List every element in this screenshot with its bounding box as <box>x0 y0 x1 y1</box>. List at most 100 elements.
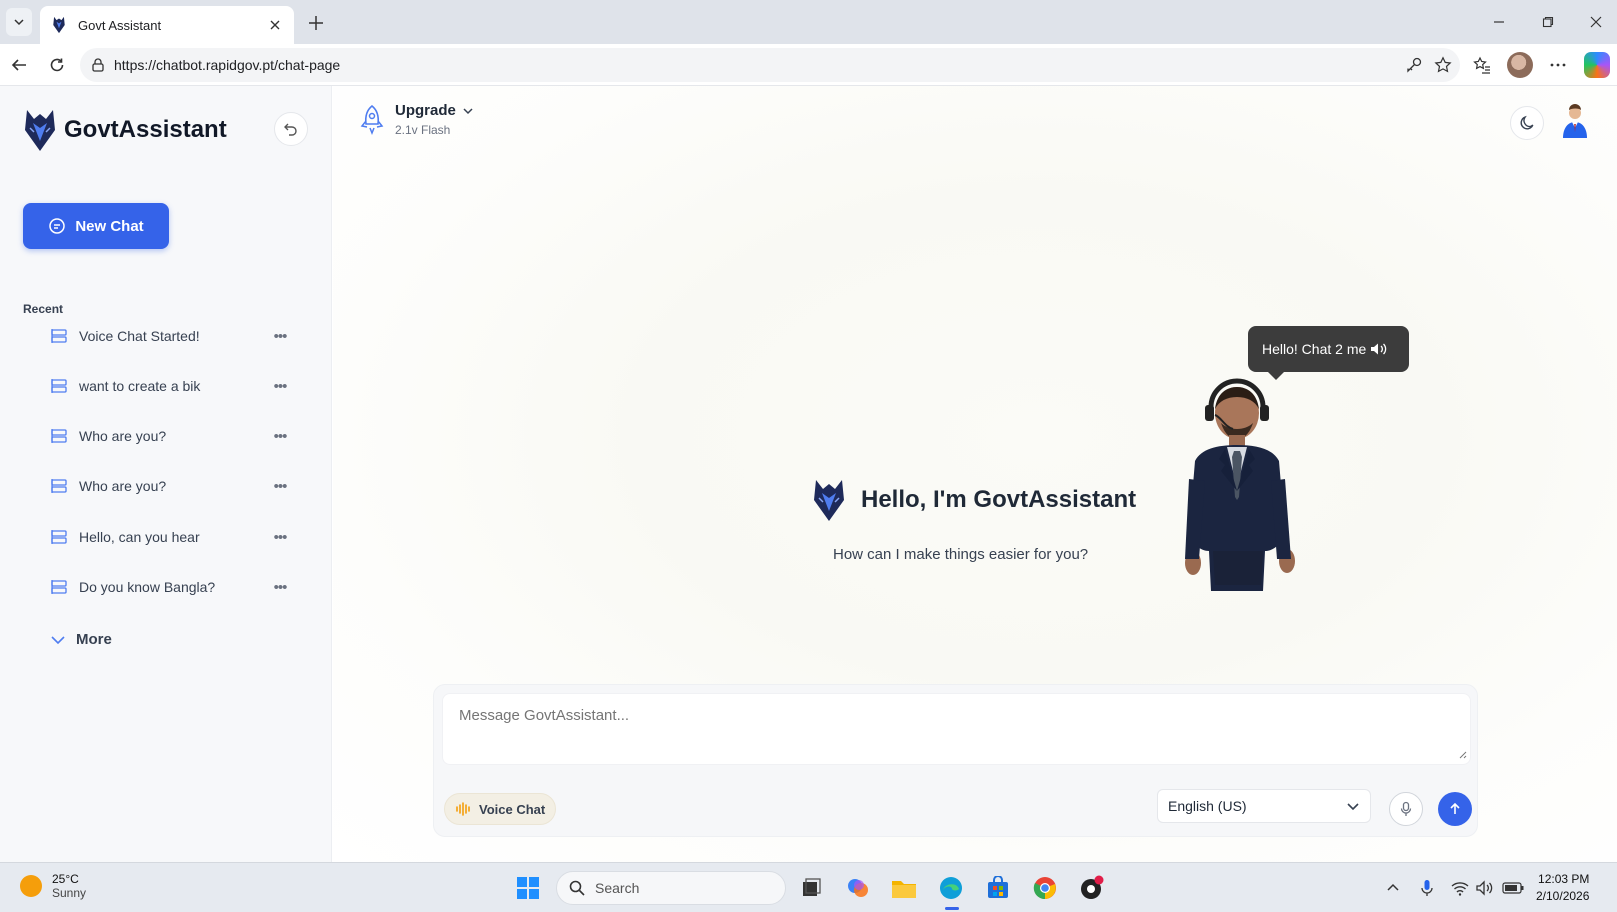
restore-button[interactable] <box>1534 8 1562 36</box>
resize-handle-icon[interactable] <box>1457 749 1467 759</box>
tab-title: Govt Assistant <box>78 17 162 33</box>
show-more-button[interactable]: More <box>50 631 112 648</box>
chat-history-icon <box>51 580 67 594</box>
brand[interactable]: GovtAssistant <box>24 108 227 152</box>
taskbar-search[interactable]: Search <box>556 871 786 905</box>
url-text: https://chatbot.rapidgov.pt/chat-page <box>114 57 341 73</box>
avatar-speech-bubble[interactable]: Hello! Chat 2 me <box>1248 326 1409 380</box>
chat-history-icon <box>51 379 67 393</box>
new-tab-button[interactable] <box>303 10 329 36</box>
taskbar: 25°C Sunny Search 12:03 PM 2/10/2026 <box>0 862 1617 912</box>
chrome-button[interactable] <box>1029 872 1061 904</box>
language-select[interactable]: English (US) <box>1157 789 1371 823</box>
upgrade-model-selector[interactable]: Upgrade 2.1v Flash <box>359 102 474 137</box>
volume-icon <box>1476 880 1493 896</box>
copilot-icon[interactable] <box>1584 52 1610 78</box>
more-label: More <box>76 631 112 648</box>
active-app-indicator <box>945 907 959 910</box>
brand-name: GovtAssistant <box>64 116 227 143</box>
restore-icon <box>1542 16 1554 28</box>
system-clock[interactable]: 12:03 PM 2/10/2026 <box>1536 871 1589 905</box>
more-options-icon[interactable]: ••• <box>270 577 290 597</box>
tab-close-button[interactable] <box>266 16 284 34</box>
copilot-icon <box>848 879 868 897</box>
voice-chat-label: Voice Chat <box>479 801 546 817</box>
wifi-button[interactable] <box>1449 877 1471 899</box>
plus-icon <box>309 16 323 30</box>
theme-toggle-button[interactable] <box>1510 106 1544 140</box>
store-button[interactable] <box>982 872 1014 904</box>
sidebar: GovtAssistant New Chat Recent Voice Chat… <box>0 86 332 862</box>
new-chat-button[interactable]: New Chat <box>23 203 169 249</box>
recent-chat-item[interactable]: want to create a bik ••• <box>50 371 290 401</box>
recent-chat-item[interactable]: Do you know Bangla? ••• <box>50 572 290 602</box>
show-hidden-icons-button[interactable] <box>1382 877 1404 899</box>
send-button[interactable] <box>1438 792 1472 826</box>
password-key-button[interactable] <box>1403 54 1425 76</box>
chat-main: Upgrade 2.1v Flash Hello, I'm GovtAssist… <box>333 86 1617 862</box>
govt-logo-icon <box>25 110 55 151</box>
volume-button[interactable] <box>1474 877 1496 899</box>
window-close-button[interactable] <box>1582 8 1610 36</box>
edge-browser-button[interactable] <box>935 872 967 904</box>
key-icon <box>1407 57 1422 73</box>
minimize-button[interactable] <box>1485 8 1513 36</box>
recorder-app-button[interactable] <box>1076 872 1108 904</box>
tab-list-button[interactable] <box>6 8 32 36</box>
copilot-taskbar-button[interactable] <box>842 872 874 904</box>
voice-chat-button[interactable]: Voice Chat <box>444 793 557 825</box>
task-view-icon <box>803 878 821 896</box>
favorites-button[interactable] <box>1471 54 1493 76</box>
reload-button[interactable] <box>43 51 71 79</box>
recent-chat-item[interactable]: Hello, can you hear ••• <box>50 522 290 552</box>
recent-chat-title: Do you know Bangla? <box>79 579 216 595</box>
microphone-tray-button[interactable] <box>1416 877 1438 899</box>
recent-chat-title: Voice Chat Started! <box>79 328 200 344</box>
task-view-button[interactable] <box>795 872 827 904</box>
recent-chat-item[interactable]: Voice Chat Started! ••• <box>50 321 290 351</box>
browser-menu-button[interactable] <box>1547 54 1569 76</box>
close-icon <box>270 20 280 30</box>
profile-avatar[interactable] <box>1507 52 1533 78</box>
back-button[interactable] <box>5 51 33 79</box>
recent-chat-item[interactable]: Who are you? ••• <box>50 471 290 501</box>
weather-widget[interactable]: 25°C Sunny <box>20 872 86 900</box>
url-field[interactable]: https://chatbot.rapidgov.pt/chat-page <box>80 48 1460 82</box>
chevron-up-icon <box>1387 883 1399 891</box>
more-options-icon[interactable]: ••• <box>270 476 290 496</box>
edge-icon <box>940 877 962 899</box>
file-explorer-button[interactable] <box>888 872 920 904</box>
chevron-down-icon <box>51 635 65 644</box>
govt-logo-icon <box>814 480 844 521</box>
recent-chat-title: Hello, can you hear <box>79 529 200 545</box>
chevron-down-icon <box>463 107 473 114</box>
user-profile-icon[interactable] <box>1558 104 1592 140</box>
battery-button[interactable] <box>1502 877 1524 899</box>
greeting-subtitle: How can I make things easier for you? <box>833 546 1089 563</box>
more-options-icon[interactable]: ••• <box>270 527 290 547</box>
message-input[interactable] <box>442 693 1471 765</box>
chevron-down-icon <box>1347 803 1359 811</box>
more-options-icon[interactable]: ••• <box>270 376 290 396</box>
more-options-icon[interactable]: ••• <box>270 426 290 446</box>
store-icon <box>988 876 1008 898</box>
recent-chat-item[interactable]: Who are you? ••• <box>50 421 290 451</box>
favorite-star-button[interactable] <box>1432 54 1454 76</box>
weather-condition: Sunny <box>52 886 87 900</box>
temperature: 25°C <box>52 872 79 886</box>
speaker-icon <box>1371 343 1387 355</box>
microphone-button[interactable] <box>1389 792 1423 826</box>
close-icon <box>1590 16 1602 28</box>
greeting: Hello, I'm GovtAssistant How can I make … <box>813 478 1173 563</box>
govt-logo-icon <box>53 16 65 34</box>
assistant-avatar-figure[interactable] <box>1175 369 1315 605</box>
collapse-sidebar-button[interactable] <box>274 112 308 146</box>
microphone-icon <box>1421 880 1433 896</box>
more-options-icon[interactable]: ••• <box>270 326 290 346</box>
moon-icon <box>1520 115 1534 130</box>
browser-tab[interactable]: Govt Assistant <box>40 6 294 44</box>
undo-arrow-icon <box>284 123 297 136</box>
clock-date: 2/10/2026 <box>1536 889 1590 903</box>
start-button[interactable] <box>512 872 544 904</box>
microphone-icon <box>1400 801 1412 816</box>
